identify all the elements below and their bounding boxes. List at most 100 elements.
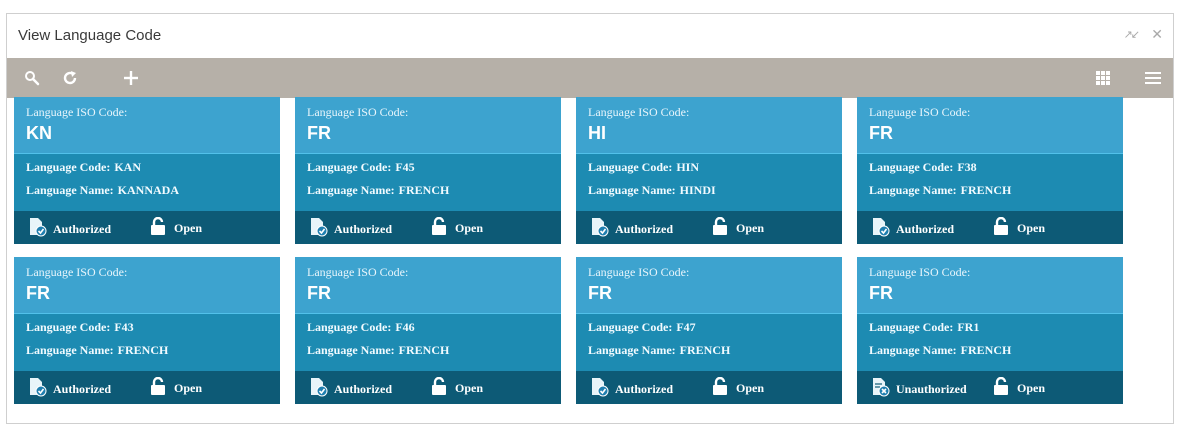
search-icon[interactable] bbox=[21, 58, 43, 98]
language-name-row: Language Name: FRENCH bbox=[588, 343, 842, 366]
authorized-icon bbox=[309, 217, 329, 242]
card-footer: Authorized Open bbox=[295, 371, 561, 404]
list-view-icon[interactable] bbox=[1143, 58, 1163, 98]
status-label: Authorized bbox=[896, 222, 954, 236]
language-code-card[interactable]: Language ISO Code: HI Language Code: HIN … bbox=[576, 97, 842, 244]
open-label: Open bbox=[736, 221, 765, 235]
language-code-value: F45 bbox=[395, 160, 415, 174]
language-code-value: FR1 bbox=[957, 320, 980, 334]
iso-code-value: FR bbox=[307, 123, 331, 143]
authorized-icon bbox=[871, 217, 891, 242]
minimize-icon[interactable]: ↗↙ bbox=[1124, 28, 1141, 41]
authorization-status: Authorized bbox=[309, 217, 392, 242]
iso-code-label: Language ISO Code: bbox=[588, 105, 690, 119]
language-code-row: Language Code: F38 bbox=[869, 160, 1123, 183]
iso-code-value: FR bbox=[588, 283, 612, 303]
language-code-label: Language Code: bbox=[588, 160, 673, 174]
card-body: Language Code: F45 Language Name: FRENCH bbox=[295, 154, 561, 211]
card-header: Language ISO Code: FR bbox=[576, 257, 842, 314]
add-icon[interactable] bbox=[120, 58, 142, 98]
language-code-row: Language Code: F43 bbox=[26, 320, 280, 343]
card-body: Language Code: F47 Language Name: FRENCH bbox=[576, 314, 842, 371]
authorization-status: Unauthorized bbox=[871, 377, 967, 402]
language-name-row: Language Name: FRENCH bbox=[26, 343, 280, 366]
iso-code-value: HI bbox=[588, 123, 606, 143]
language-code-label: Language Code: bbox=[869, 160, 954, 174]
close-icon[interactable]: ✕ bbox=[1151, 26, 1163, 43]
open-label: Open bbox=[1017, 381, 1046, 395]
authorized-icon bbox=[590, 217, 610, 242]
language-name-row: Language Name: FRENCH bbox=[869, 183, 1123, 206]
iso-code-value: KN bbox=[26, 123, 52, 143]
language-code-value: F38 bbox=[957, 160, 977, 174]
language-code-value: HIN bbox=[676, 160, 700, 174]
language-code-label: Language Code: bbox=[588, 320, 673, 334]
language-name-row: Language Name: FRENCH bbox=[307, 183, 561, 206]
authorization-status: Authorized bbox=[590, 377, 673, 402]
authorization-status: Authorized bbox=[871, 217, 954, 242]
language-code-label: Language Code: bbox=[26, 320, 111, 334]
language-code-card[interactable]: Language ISO Code: FR Language Code: F46 … bbox=[295, 257, 561, 404]
unlock-icon bbox=[993, 376, 1009, 400]
language-code-value: F46 bbox=[395, 320, 415, 334]
card-footer: Unauthorized Open bbox=[857, 371, 1123, 404]
title-bar: View Language Code ↗↙ ✕ bbox=[7, 14, 1173, 58]
language-code-row: Language Code: KAN bbox=[26, 160, 280, 183]
language-code-label: Language Code: bbox=[307, 160, 392, 174]
language-name-value: FRENCH bbox=[679, 343, 731, 357]
card-header: Language ISO Code: FR bbox=[857, 257, 1123, 314]
record-status: Open bbox=[431, 216, 484, 240]
refresh-icon[interactable] bbox=[59, 58, 81, 98]
status-label: Authorized bbox=[334, 222, 392, 236]
language-code-card[interactable]: Language ISO Code: FR Language Code: FR1 … bbox=[857, 257, 1123, 404]
unauthorized-icon bbox=[871, 377, 891, 402]
authorization-status: Authorized bbox=[309, 377, 392, 402]
language-name-value: FRENCH bbox=[398, 343, 450, 357]
language-code-card[interactable]: Language ISO Code: FR Language Code: F47 … bbox=[576, 257, 842, 404]
unlock-icon bbox=[150, 216, 166, 240]
iso-code-value: FR bbox=[869, 123, 893, 143]
language-code-card[interactable]: Language ISO Code: FR Language Code: F43 … bbox=[14, 257, 280, 404]
iso-code-value: FR bbox=[26, 283, 50, 303]
unlock-icon bbox=[431, 376, 447, 400]
window-title: View Language Code bbox=[18, 27, 162, 44]
card-header: Language ISO Code: FR bbox=[295, 257, 561, 314]
language-code-card[interactable]: Language ISO Code: FR Language Code: F45 … bbox=[295, 97, 561, 244]
language-name-value: FRENCH bbox=[960, 183, 1012, 197]
language-code-card[interactable]: Language ISO Code: KN Language Code: KAN … bbox=[14, 97, 280, 244]
authorized-icon bbox=[590, 377, 610, 402]
card-footer: Authorized Open bbox=[14, 371, 280, 404]
language-code-row: Language Code: F45 bbox=[307, 160, 561, 183]
card-header: Language ISO Code: FR bbox=[295, 97, 561, 154]
unlock-icon bbox=[712, 216, 728, 240]
language-name-label: Language Name: bbox=[588, 183, 676, 197]
language-name-value: FRENCH bbox=[960, 343, 1012, 357]
record-status: Open bbox=[150, 216, 202, 240]
open-label: Open bbox=[1017, 221, 1046, 235]
language-name-label: Language Name: bbox=[307, 183, 395, 197]
language-code-label: Language Code: bbox=[26, 160, 111, 174]
language-name-row: Language Name: FRENCH bbox=[869, 343, 1123, 366]
authorization-status: Authorized bbox=[28, 377, 111, 402]
open-label: Open bbox=[174, 381, 203, 395]
language-code-value: F47 bbox=[676, 320, 696, 334]
grid-view-icon[interactable] bbox=[1093, 58, 1113, 98]
open-label: Open bbox=[455, 221, 484, 235]
status-label: Authorized bbox=[615, 222, 673, 236]
status-label: Unauthorized bbox=[896, 382, 967, 396]
authorized-icon bbox=[28, 377, 48, 402]
record-status: Open bbox=[712, 376, 764, 400]
language-code-row: Language Code: F46 bbox=[307, 320, 561, 343]
status-label: Authorized bbox=[334, 382, 392, 396]
language-code-row: Language Code: HIN bbox=[588, 160, 842, 183]
record-status: Open bbox=[712, 216, 765, 240]
language-code-card[interactable]: Language ISO Code: FR Language Code: F38 … bbox=[857, 97, 1123, 244]
language-code-label: Language Code: bbox=[307, 320, 392, 334]
toolbar bbox=[7, 58, 1173, 98]
language-name-row: Language Name: KANNADA bbox=[26, 183, 280, 206]
iso-code-value: FR bbox=[869, 283, 893, 303]
unlock-icon bbox=[431, 216, 447, 240]
unlock-icon bbox=[712, 376, 728, 400]
card-footer: Authorized Open bbox=[295, 211, 561, 244]
status-label: Authorized bbox=[53, 222, 111, 236]
